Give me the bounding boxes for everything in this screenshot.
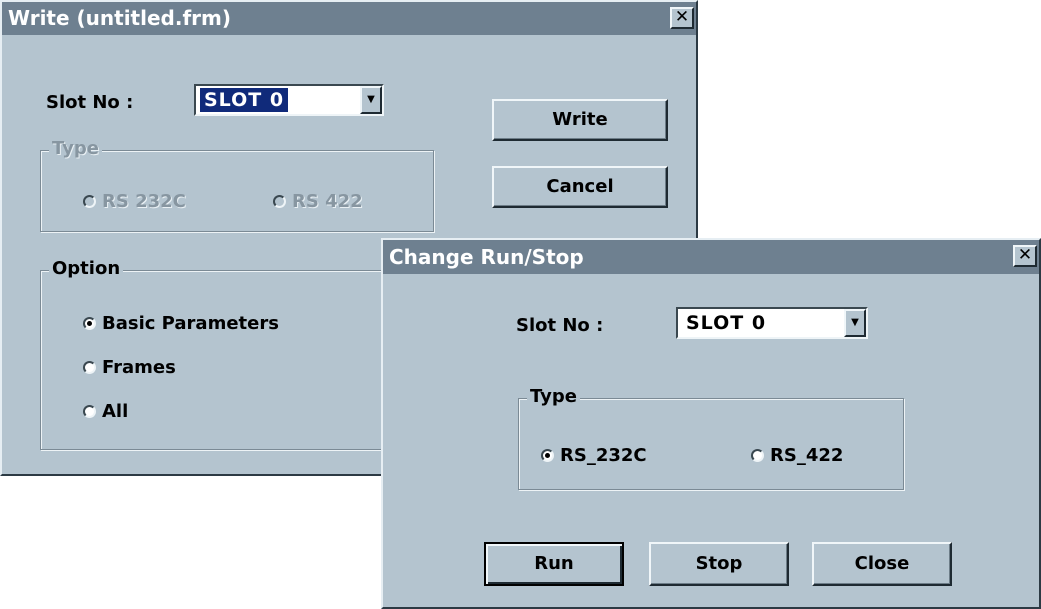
write-type-legend: Type (49, 138, 102, 160)
run-stop-slot-select[interactable]: SLOT 0 ▼ (676, 307, 868, 339)
option-basic-parameters-label: Basic Parameters (102, 313, 279, 334)
type-rs232c-radio[interactable]: RS_232C (541, 445, 647, 466)
cancel-button[interactable]: Cancel (492, 166, 668, 208)
stop-button[interactable]: Stop (649, 542, 789, 586)
write-type-rs422-label: RS 422 (292, 191, 363, 212)
option-frames-label: Frames (102, 357, 176, 378)
type-rs422-radio[interactable]: RS_422 (751, 445, 843, 466)
radio-icon (751, 449, 764, 462)
write-dialog-close-icon[interactable]: ✕ (670, 7, 694, 29)
radio-icon (83, 361, 96, 374)
run-stop-dialog: Change Run/Stop ✕ Slot No : SLOT 0 ▼ Typ… (381, 238, 1041, 609)
write-option-group: Option Basic Parameters Frames All (40, 258, 434, 450)
write-slot-label: Slot No : (46, 92, 134, 113)
write-slot-value: SLOT 0 (200, 88, 289, 112)
radio-icon (83, 195, 96, 208)
option-all-label: All (102, 401, 129, 422)
run-button[interactable]: Run (484, 542, 624, 586)
run-stop-slot-label: Slot No : (516, 315, 604, 336)
run-stop-type-legend: Type (527, 386, 580, 408)
radio-icon (273, 195, 286, 208)
write-type-rs422-radio[interactable]: RS 422 (273, 191, 363, 212)
run-stop-slot-value: SLOT 0 (686, 312, 767, 334)
run-stop-title: Change Run/Stop (389, 245, 584, 269)
write-dialog-title: Write (untitled.frm) (8, 6, 231, 30)
write-type-group: Type RS 232C RS 422 (40, 138, 434, 232)
option-basic-parameters-radio[interactable]: Basic Parameters (83, 313, 279, 334)
write-type-rs232c-radio[interactable]: RS 232C (83, 191, 186, 212)
radio-icon (83, 405, 96, 418)
write-option-legend: Option (49, 258, 124, 280)
run-stop-type-group: Type RS_232C RS_422 (518, 386, 904, 490)
radio-selected-icon (541, 449, 554, 462)
run-stop-close-icon[interactable]: ✕ (1013, 245, 1037, 267)
chevron-down-icon[interactable]: ▼ (844, 309, 866, 337)
run-stop-titlebar[interactable]: Change Run/Stop (383, 240, 1039, 274)
write-dialog-titlebar[interactable]: Write (untitled.frm) (2, 2, 696, 35)
write-button[interactable]: Write (492, 99, 668, 141)
type-rs422-label: RS_422 (770, 445, 844, 466)
chevron-down-icon[interactable]: ▼ (360, 86, 382, 114)
write-type-rs232c-label: RS 232C (102, 191, 186, 212)
radio-selected-icon (83, 317, 96, 330)
close-button[interactable]: Close (812, 542, 952, 586)
write-slot-select[interactable]: SLOT 0 ▼ (194, 84, 384, 116)
type-rs232c-label: RS_232C (560, 445, 647, 466)
option-frames-radio[interactable]: Frames (83, 357, 176, 378)
option-all-radio[interactable]: All (83, 401, 128, 422)
